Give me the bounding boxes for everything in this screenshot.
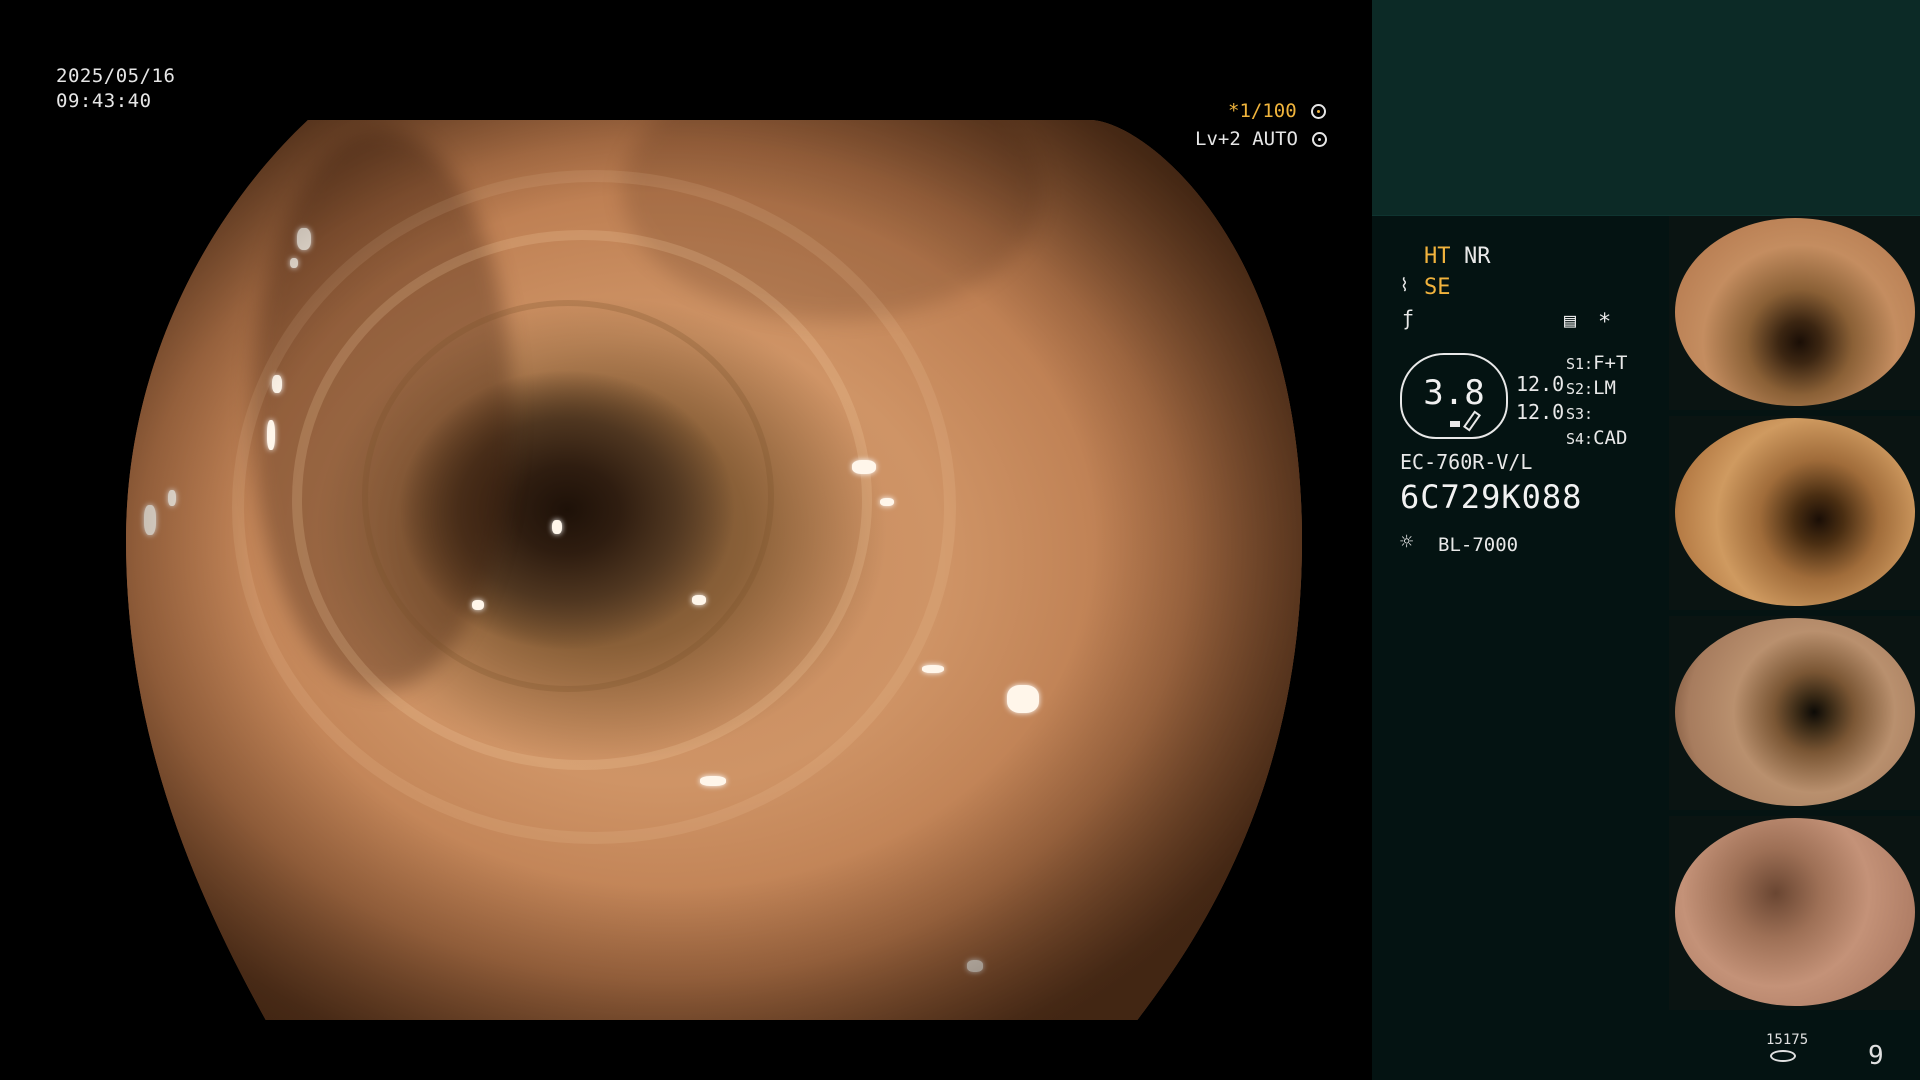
light-source-icon: ☼ (1400, 530, 1414, 555)
iris-mode: Lv+2 AUTO (1195, 128, 1328, 150)
enhancement-icon: ⌇ (1400, 275, 1409, 296)
thumbnail-image (1675, 818, 1915, 1006)
thumbnail-image (1675, 218, 1915, 406)
settings-icon: ▤ (1564, 308, 1577, 332)
iris-value: Lv+2 AUTO (1195, 128, 1298, 150)
thumbnail-3[interactable] (1669, 616, 1920, 810)
thumbnail-4[interactable] (1669, 816, 1920, 1010)
time-label: 09:43:40 (56, 90, 152, 112)
switch-2: S2:LM (1566, 377, 1616, 399)
image-count: 15175 (1766, 1032, 1809, 1048)
se-indicator: SE (1424, 275, 1451, 300)
date-label: 2025/05/16 (56, 65, 176, 87)
magnification-gauge: 3.8 (1400, 353, 1508, 439)
panel-header-area (1372, 0, 1920, 216)
endoscopic-image (62, 60, 1312, 1020)
structure-icon: ƒ (1402, 306, 1415, 330)
gauge-needle (1462, 410, 1482, 432)
storage-icon (1770, 1050, 1796, 1062)
switch-4: S4:CAD (1566, 427, 1628, 449)
light-source: BL-7000 (1438, 534, 1519, 556)
switch-1: S1:F+T (1566, 352, 1628, 374)
star-indicator: * (1598, 310, 1612, 335)
gauge-mark (1450, 421, 1460, 427)
iris-icon (1312, 132, 1328, 147)
endoscope-viewer: 2025/05/16 09:43:40 *1/100 Lv+2 AUTO (0, 0, 1372, 1080)
gauge-value: 3.8 (1423, 373, 1485, 413)
scope-model: EC-760R-V/L (1400, 450, 1533, 474)
value-top: 12.0 (1516, 372, 1565, 396)
scope-serial: 6C729K088 (1400, 478, 1583, 516)
thumbnail-2[interactable] (1669, 416, 1920, 610)
shutter-speed: *1/100 (1228, 100, 1327, 122)
thumbnail-image (1675, 418, 1915, 606)
thumbnail-image (1675, 618, 1915, 806)
shutter-icon (1311, 104, 1327, 119)
nr-indicator: NR (1464, 244, 1491, 269)
page-number: 9 (1868, 1041, 1884, 1071)
value-bottom: 12.0 (1516, 400, 1565, 424)
thumbnail-1[interactable] (1669, 216, 1920, 410)
ht-indicator: HT (1424, 244, 1451, 269)
shutter-value: *1/100 (1228, 100, 1297, 122)
switch-3: S3: (1566, 405, 1594, 423)
